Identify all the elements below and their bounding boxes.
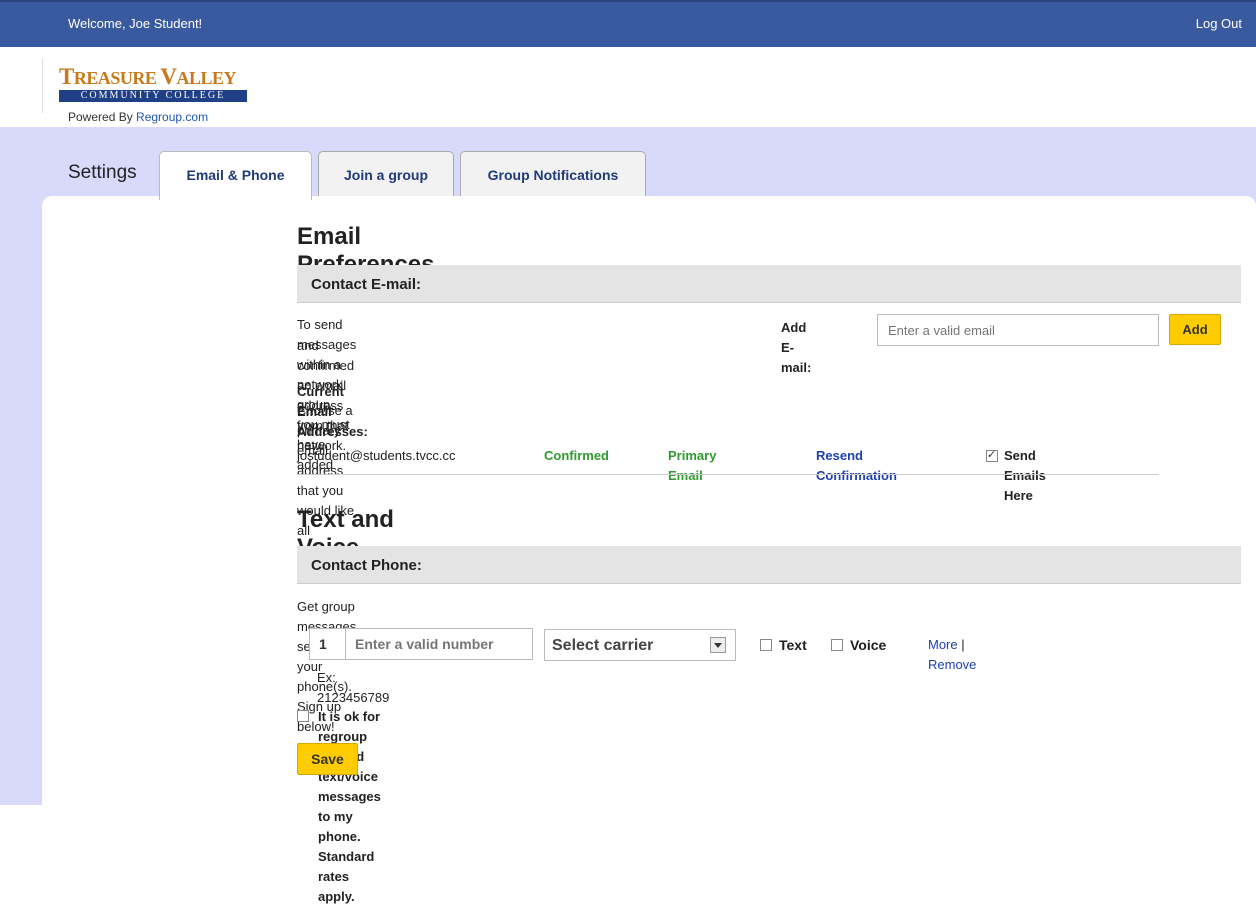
contact-phone-header: Contact Phone: (297, 546, 1241, 584)
phone-number-input[interactable] (345, 628, 533, 660)
tab-join-group[interactable]: Join a group (318, 151, 454, 198)
resend-confirmation-link[interactable]: Resend Confirmation (816, 446, 897, 486)
welcome-text: Welcome, Joe Student! (68, 16, 203, 31)
add-email-input[interactable] (877, 314, 1159, 346)
regroup-link[interactable]: Regroup.com (136, 110, 208, 124)
powered-by: Powered By Regroup.com (68, 110, 209, 124)
remove-link[interactable]: Remove (928, 657, 976, 672)
text-label: Text (779, 637, 807, 653)
primary-email-label: Primary Email (668, 448, 717, 483)
text-checkbox[interactable] (760, 639, 772, 651)
tab-email-phone[interactable]: Email & Phone (159, 151, 312, 200)
email-divider (297, 474, 1159, 475)
settings-title: Settings (68, 162, 137, 183)
dropdown-arrow-icon[interactable] (710, 637, 726, 653)
send-emails-here-checkbox[interactable] (986, 448, 998, 462)
email-status-confirmed: Confirmed (544, 448, 609, 463)
phone-actions: More | Remove (928, 635, 976, 675)
consent-label: It is ok for regroup to send text/voice … (318, 709, 381, 904)
consent-checkbox[interactable] (297, 710, 309, 722)
more-link[interactable]: More (928, 637, 958, 652)
send-emails-here-label: Send Emails Here (1004, 448, 1046, 503)
phone-example: Ex: 2123456789 (317, 670, 390, 705)
college-logo[interactable]: TREASURE VALLEY COMMUNITY COLLEGE (42, 59, 255, 113)
header: TREASURE VALLEY COMMUNITY COLLEGE Powere… (0, 47, 1256, 127)
save-button[interactable]: Save (297, 743, 358, 775)
voice-label: Voice (850, 637, 887, 653)
tab-group-notifications[interactable]: Group Notifications (460, 151, 646, 198)
logo-wordmark: TREASURE VALLEY (59, 64, 237, 89)
voice-checkbox[interactable] (831, 639, 843, 651)
logo-subtitle: COMMUNITY COLLEGE (59, 90, 247, 102)
top-bar: Welcome, Joe Student! Log Out (0, 0, 1256, 47)
add-email-label: Add E-mail: (781, 320, 812, 375)
email-address: jostudent@students.tvcc.cc (297, 448, 456, 463)
add-email-button[interactable]: Add (1169, 314, 1221, 345)
country-code: 1 (309, 628, 346, 660)
actions-separator: | (961, 637, 965, 652)
logout-link[interactable]: Log Out (1196, 16, 1242, 31)
carrier-select-value: Select carrier (552, 637, 654, 654)
carrier-select[interactable]: Select carrier (544, 629, 736, 661)
contact-email-header: Contact E-mail: (297, 265, 1241, 303)
